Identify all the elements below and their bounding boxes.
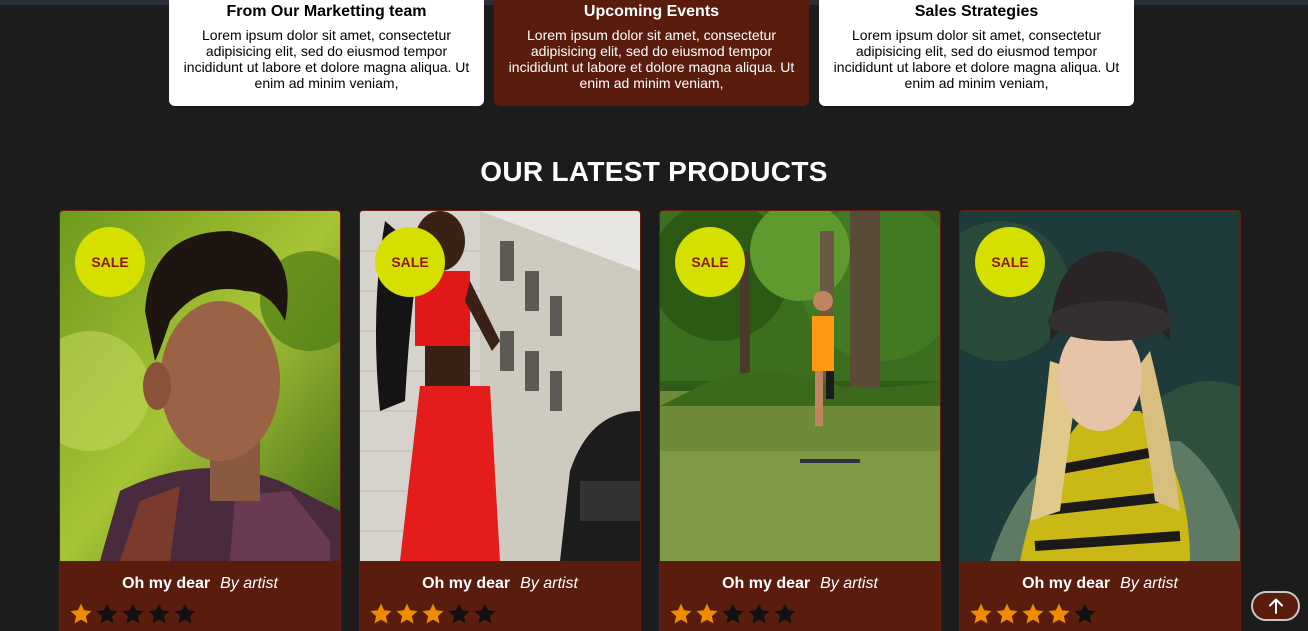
- star-filled-icon: [996, 603, 1018, 624]
- star-filled-icon: [970, 603, 992, 624]
- rating-stars: [369, 602, 497, 626]
- section-title: OUR LATEST PRODUCTS: [480, 156, 828, 187]
- info-card-title: Sales Strategies: [914, 3, 1039, 20]
- product-card[interactable]: SALE Oh my dear By artist: [359, 210, 641, 631]
- star-empty-icon: [722, 603, 744, 624]
- product-title-line: Oh my dear By artist: [360, 575, 640, 593]
- info-card-text: Lorem ipsum dolor sit amet, consectetur …: [508, 27, 795, 91]
- star-empty-icon: [96, 603, 118, 624]
- star-empty-icon: [1074, 603, 1096, 624]
- product-info: Oh my dear By artist: [360, 561, 640, 631]
- product-artist: By artist: [1120, 575, 1178, 592]
- product-card[interactable]: SALE Oh my dear By artist: [959, 210, 1241, 631]
- product-info: Oh my dear By artist: [660, 561, 940, 631]
- star-empty-icon: [774, 603, 796, 624]
- product-info: Oh my dear By artist: [60, 561, 340, 631]
- star-filled-icon: [396, 603, 418, 624]
- star-filled-icon: [70, 603, 92, 624]
- info-card-title: From Our Marketting team: [226, 3, 427, 20]
- sale-badge: SALE: [675, 227, 745, 297]
- star-empty-icon: [122, 603, 144, 624]
- star-empty-icon: [174, 603, 196, 624]
- product-name[interactable]: Oh my dear: [722, 575, 810, 592]
- arrow-up-icon: [1268, 598, 1283, 614]
- info-card-marketing: From Our Marketting team Lorem ipsum dol…: [169, 0, 484, 106]
- product-artist: By artist: [220, 575, 278, 592]
- star-empty-icon: [748, 603, 770, 624]
- info-cards: From Our Marketting team Lorem ipsum dol…: [169, 0, 1134, 106]
- star-filled-icon: [1048, 603, 1070, 624]
- star-empty-icon: [148, 603, 170, 624]
- star-filled-icon: [1022, 603, 1044, 624]
- product-title-line: Oh my dear By artist: [60, 575, 340, 593]
- product-card[interactable]: SALE Oh my dear By artist: [659, 210, 941, 631]
- star-empty-icon: [448, 603, 470, 624]
- product-title-line: Oh my dear By artist: [660, 575, 940, 593]
- info-card-events: Upcoming Events Lorem ipsum dolor sit am…: [494, 0, 809, 106]
- rating-stars: [969, 602, 1097, 626]
- star-filled-icon: [422, 603, 444, 624]
- info-card-sales: Sales Strategies Lorem ipsum dolor sit a…: [819, 0, 1134, 106]
- star-filled-icon: [670, 603, 692, 624]
- rating-stars: [669, 602, 797, 626]
- product-artist: By artist: [820, 575, 878, 592]
- info-card-text: Lorem ipsum dolor sit amet, consectetur …: [183, 27, 470, 91]
- scroll-to-top-button[interactable]: [1251, 591, 1300, 621]
- product-card[interactable]: SALE Oh my dear By artist: [59, 210, 341, 631]
- star-filled-icon: [370, 603, 392, 624]
- info-card-text: Lorem ipsum dolor sit amet, consectetur …: [833, 27, 1120, 91]
- product-title-line: Oh my dear By artist: [960, 575, 1240, 593]
- sale-badge: SALE: [975, 227, 1045, 297]
- sale-badge: SALE: [75, 227, 145, 297]
- star-filled-icon: [696, 603, 718, 624]
- star-empty-icon: [474, 603, 496, 624]
- product-info: Oh my dear By artist: [960, 561, 1240, 631]
- product-name[interactable]: Oh my dear: [1022, 575, 1110, 592]
- product-artist: By artist: [520, 575, 578, 592]
- product-name[interactable]: Oh my dear: [122, 575, 210, 592]
- rating-stars: [69, 602, 197, 626]
- product-name[interactable]: Oh my dear: [422, 575, 510, 592]
- info-card-title: Upcoming Events: [583, 3, 720, 20]
- sale-badge: SALE: [375, 227, 445, 297]
